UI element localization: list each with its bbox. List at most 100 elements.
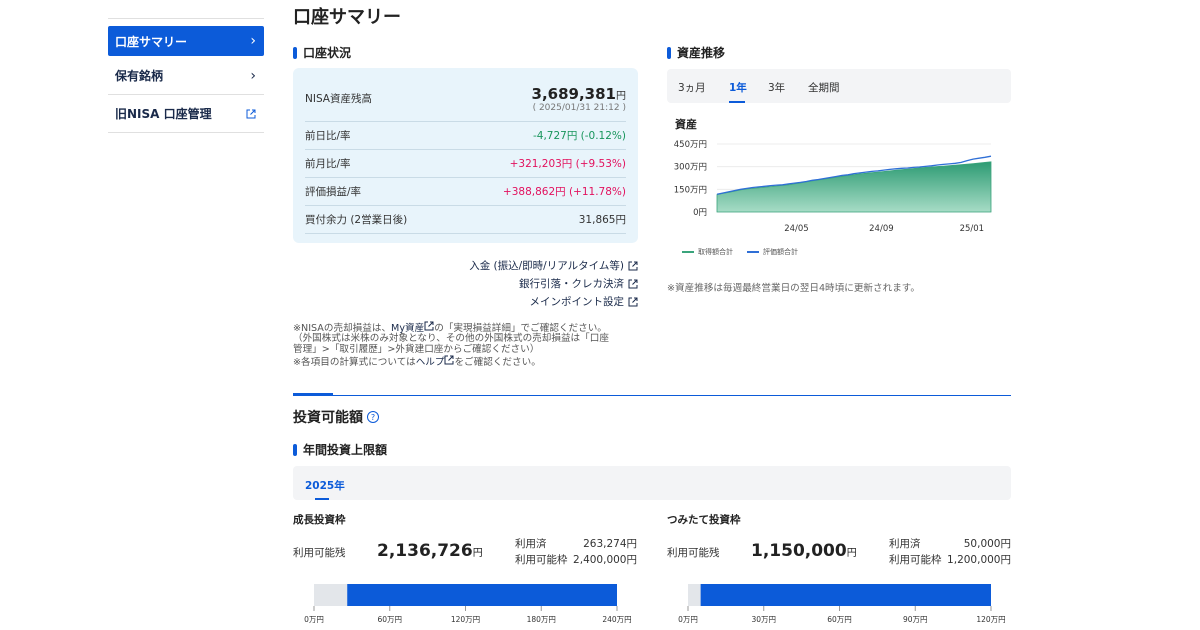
deposit-link[interactable]: 入金 (振込/即時/リアルタイム等) [469,258,638,273]
chart-legend: 取得額合計 評価額合計 [682,247,798,257]
asset-trend-chart: 450万円 300万円 150万円 0円 24/05 24/09 25/01 [674,140,992,234]
tsumitate-used-label: 利用済 [889,538,921,550]
external-link-icon [424,321,434,331]
investable-amount-title: 投資可能額 ? [293,407,379,427]
help-link[interactable]: ヘルプ [416,357,445,368]
tab-1-year[interactable]: 1年 [729,80,747,95]
account-status-heading: 口座状況 [293,44,351,61]
day-change-label: 前日比/率 [305,130,351,142]
yen-unit: 円 [472,548,483,559]
unrealized-pl-label: 評価損益/率 [305,186,362,198]
month-change-row: 前月比/率 +321,203円 (+9.53%) [305,150,626,178]
unrealized-pl-value: +388,862円 (+11.78%) [502,186,626,198]
note-line: ※各項目の計算式についてはヘルプ をご確認ください。 [293,355,643,368]
deposit-link-label: 入金 (振込/即時/リアルタイム等) [469,260,624,272]
chevron-right-icon: › [250,33,256,49]
remaining-fill [347,584,617,606]
sidebar-item-holdings[interactable]: 保有銘柄 › [108,57,264,95]
help-icon[interactable]: ? [367,411,379,423]
amount: 2,136,726 [377,541,473,561]
tick-label: 60万円 [827,615,852,624]
period-tabs: 3ヵ月 1年 3年 全期間 [667,69,1011,103]
unrealized-pl-row: 評価損益/率 +388,862円 (+11.78%) [305,178,626,206]
growth-limit-value: 2,400,000円 [573,554,637,566]
x-tick-label: 24/05 [784,224,809,234]
x-tick-label: 25/01 [960,224,985,234]
growth-frame-title: 成長投資枠 [293,514,346,526]
external-link-icon [628,279,638,288]
heading-text: 資産推移 [677,46,726,60]
annual-limit-heading: 年間投資上限額 [293,441,387,458]
tsumitate-available-label: 利用可能残 [667,547,720,559]
nisa-balance-value: 3,689,381 [531,84,616,103]
tick-label: 30万円 [751,615,776,624]
heading-marker [667,46,671,59]
legend-label: 取得額合計 [698,248,733,256]
tab-3-months[interactable]: 3ヵ月 [678,80,706,95]
main-point-link[interactable]: メインポイント設定 [530,294,639,309]
note-text: をご確認ください。 [454,357,541,369]
tick-label: 0万円 [678,615,698,624]
heading-marker [293,46,297,59]
tsumitate-limit-label: 利用可能枠 [889,554,942,566]
sidebar-item-label: 旧NISA 口座管理 [115,107,212,121]
tick-label: 90万円 [903,615,928,624]
active-tab-underline [315,498,329,500]
legend-item-value: 評価額合計 [747,247,798,257]
tick-label: 240万円 [602,615,631,624]
heading-text: 口座状況 [303,46,352,60]
yen-unit: 円 [616,90,626,102]
growth-limit-label: 利用可能枠 [515,554,568,566]
chart-update-note: ※資産推移は毎週最終営業日の翌日4時頃に更新されます。 [667,283,921,294]
day-change-row: 前日比/率 -4,727円 (-0.12%) [305,122,626,150]
tab-3-years[interactable]: 3年 [768,80,785,95]
investable-amount-title-text: 投資可能額 [293,410,363,426]
legend-item-cost: 取得額合計 [682,247,733,257]
external-link-icon [444,355,454,365]
page-title: 口座サマリー [293,7,401,28]
bank-debit-link-label: 銀行引落・クレカ決済 [519,278,624,290]
account-status-panel: NISA資産残高 3,689,381円 ( 2025/01/31 21:12 )… [293,68,638,243]
tab-year-2025[interactable]: 2025年 [305,478,345,493]
tick-label: 120万円 [451,615,480,624]
nisa-balance-value-block: 3,689,381円 ( 2025/01/31 21:12 ) [532,85,626,113]
heading-text: 年間投資上限額 [303,443,388,457]
y-tick-label: 450万円 [674,140,707,150]
growth-used-label: 利用済 [515,538,547,550]
tsumitate-frame-title: つみたて投資枠 [667,514,741,526]
heading-marker [293,443,297,456]
legend-label: 評価額合計 [763,248,798,256]
nisa-balance-label: NISA資産残高 [305,93,372,105]
legend-swatch [682,251,694,253]
tsumitate-used-value: 50,000円 [963,538,1011,550]
tab-all-period[interactable]: 全期間 [808,80,840,95]
y-tick-label: 300万円 [674,163,707,173]
sidebar-divider [108,18,264,19]
month-change-label: 前月比/率 [305,158,351,170]
tick-label: 120万円 [976,615,1005,624]
month-change-value: +321,203円 (+9.53%) [509,158,626,170]
buying-power-label: 買付余力 (2営業日後) [305,214,408,226]
active-tab-underline [729,101,745,103]
sidebar-item-old-nisa[interactable]: 旧NISA 口座管理 [108,95,264,133]
y-tick-label: 150万円 [674,185,707,195]
sidebar-item-label: 口座サマリー [115,34,188,49]
tsumitate-available-value: 1,150,000円 [751,541,857,561]
x-tick-label: 24/09 [869,224,894,234]
year-tabs: 2025年 [293,466,1011,500]
yen-unit: 円 [846,548,857,559]
bank-debit-link[interactable]: 銀行引落・クレカ決済 [519,276,638,291]
external-link-icon [246,109,256,118]
growth-available-label: 利用可能残 [293,547,346,559]
amount: 1,150,000 [751,541,847,561]
tsumitate-limit-value: 1,200,000円 [947,554,1011,566]
external-link-icon [628,261,638,270]
chevron-right-icon: › [250,67,256,84]
day-change-value: -4,727円 (-0.12%) [532,130,626,142]
remaining-fill [700,584,991,606]
sidebar-item-account-summary[interactable]: 口座サマリー › [108,26,264,56]
nisa-balance-row: NISA資産残高 3,689,381円 ( 2025/01/31 21:12 ) [305,76,626,122]
external-link-icon [628,297,638,306]
growth-available-value: 2,136,726円 [377,541,483,561]
growth-usage-bar: 0万円 60万円 120万円 180万円 240万円 [304,584,632,624]
